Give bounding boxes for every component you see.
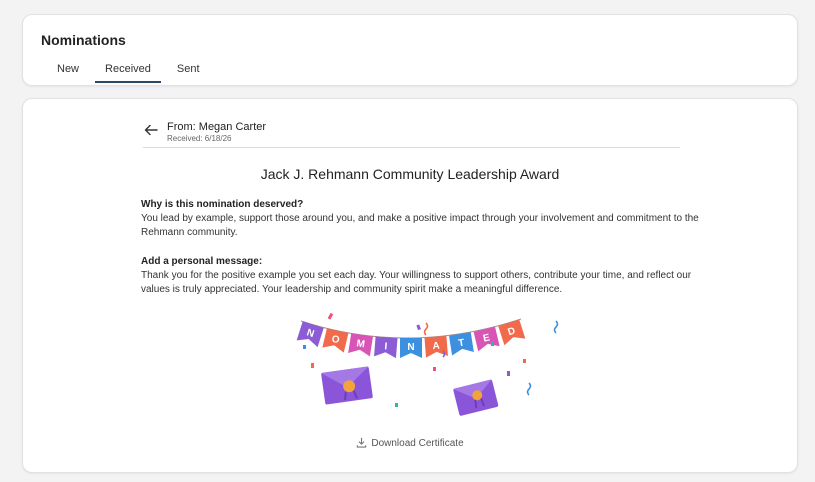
why-label: Why is this nomination deserved? (141, 199, 304, 210)
download-label: Download Certificate (371, 438, 464, 449)
nominated-banner-illustration: N O M I N A T ED (296, 312, 559, 416)
banner-flag: T (449, 332, 474, 356)
nominations-header-card: Nominations New Received Sent (22, 14, 798, 86)
tab-bar: New Received Sent (47, 63, 216, 83)
banner-letter: M (356, 338, 366, 350)
banner-letter: N (407, 342, 414, 353)
banner-flag: I (374, 336, 398, 359)
banner-flag: N (296, 321, 324, 348)
page-title: Nominations (41, 32, 126, 48)
download-certificate-button[interactable]: Download Certificate (23, 437, 797, 449)
received-date: Received: 6/18/26 (167, 134, 232, 143)
message-text: Thank you for the positive example you s… (141, 270, 692, 295)
envelope-left (321, 366, 373, 405)
message-label: Add a personal message: (141, 256, 263, 267)
why-text: You lead by example, support those aroun… (141, 213, 699, 238)
banner-flag: M (348, 333, 373, 357)
from-row: From: Megan Carter Received: 6/18/26 (143, 121, 266, 143)
award-title: Jack J. Rehmann Community Leadership Awa… (260, 166, 560, 182)
tab-sent[interactable]: Sent (167, 63, 210, 83)
sender-name: From: Megan Carter (167, 121, 267, 133)
why-section: Why is this nomination deserved? You lea… (141, 199, 701, 240)
banner-flag: D (498, 319, 526, 346)
divider (143, 147, 680, 148)
nomination-detail-card: From: Megan Carter Received: 6/18/26 Jac… (22, 98, 798, 473)
download-icon (357, 437, 367, 448)
tab-new[interactable]: New (47, 63, 89, 83)
banner-letter: A (432, 341, 440, 353)
message-section: Add a personal message: Thank you for th… (141, 256, 701, 297)
arrow-left-icon[interactable] (143, 122, 159, 138)
envelope-right (453, 379, 499, 416)
tab-received[interactable]: Received (95, 63, 161, 83)
